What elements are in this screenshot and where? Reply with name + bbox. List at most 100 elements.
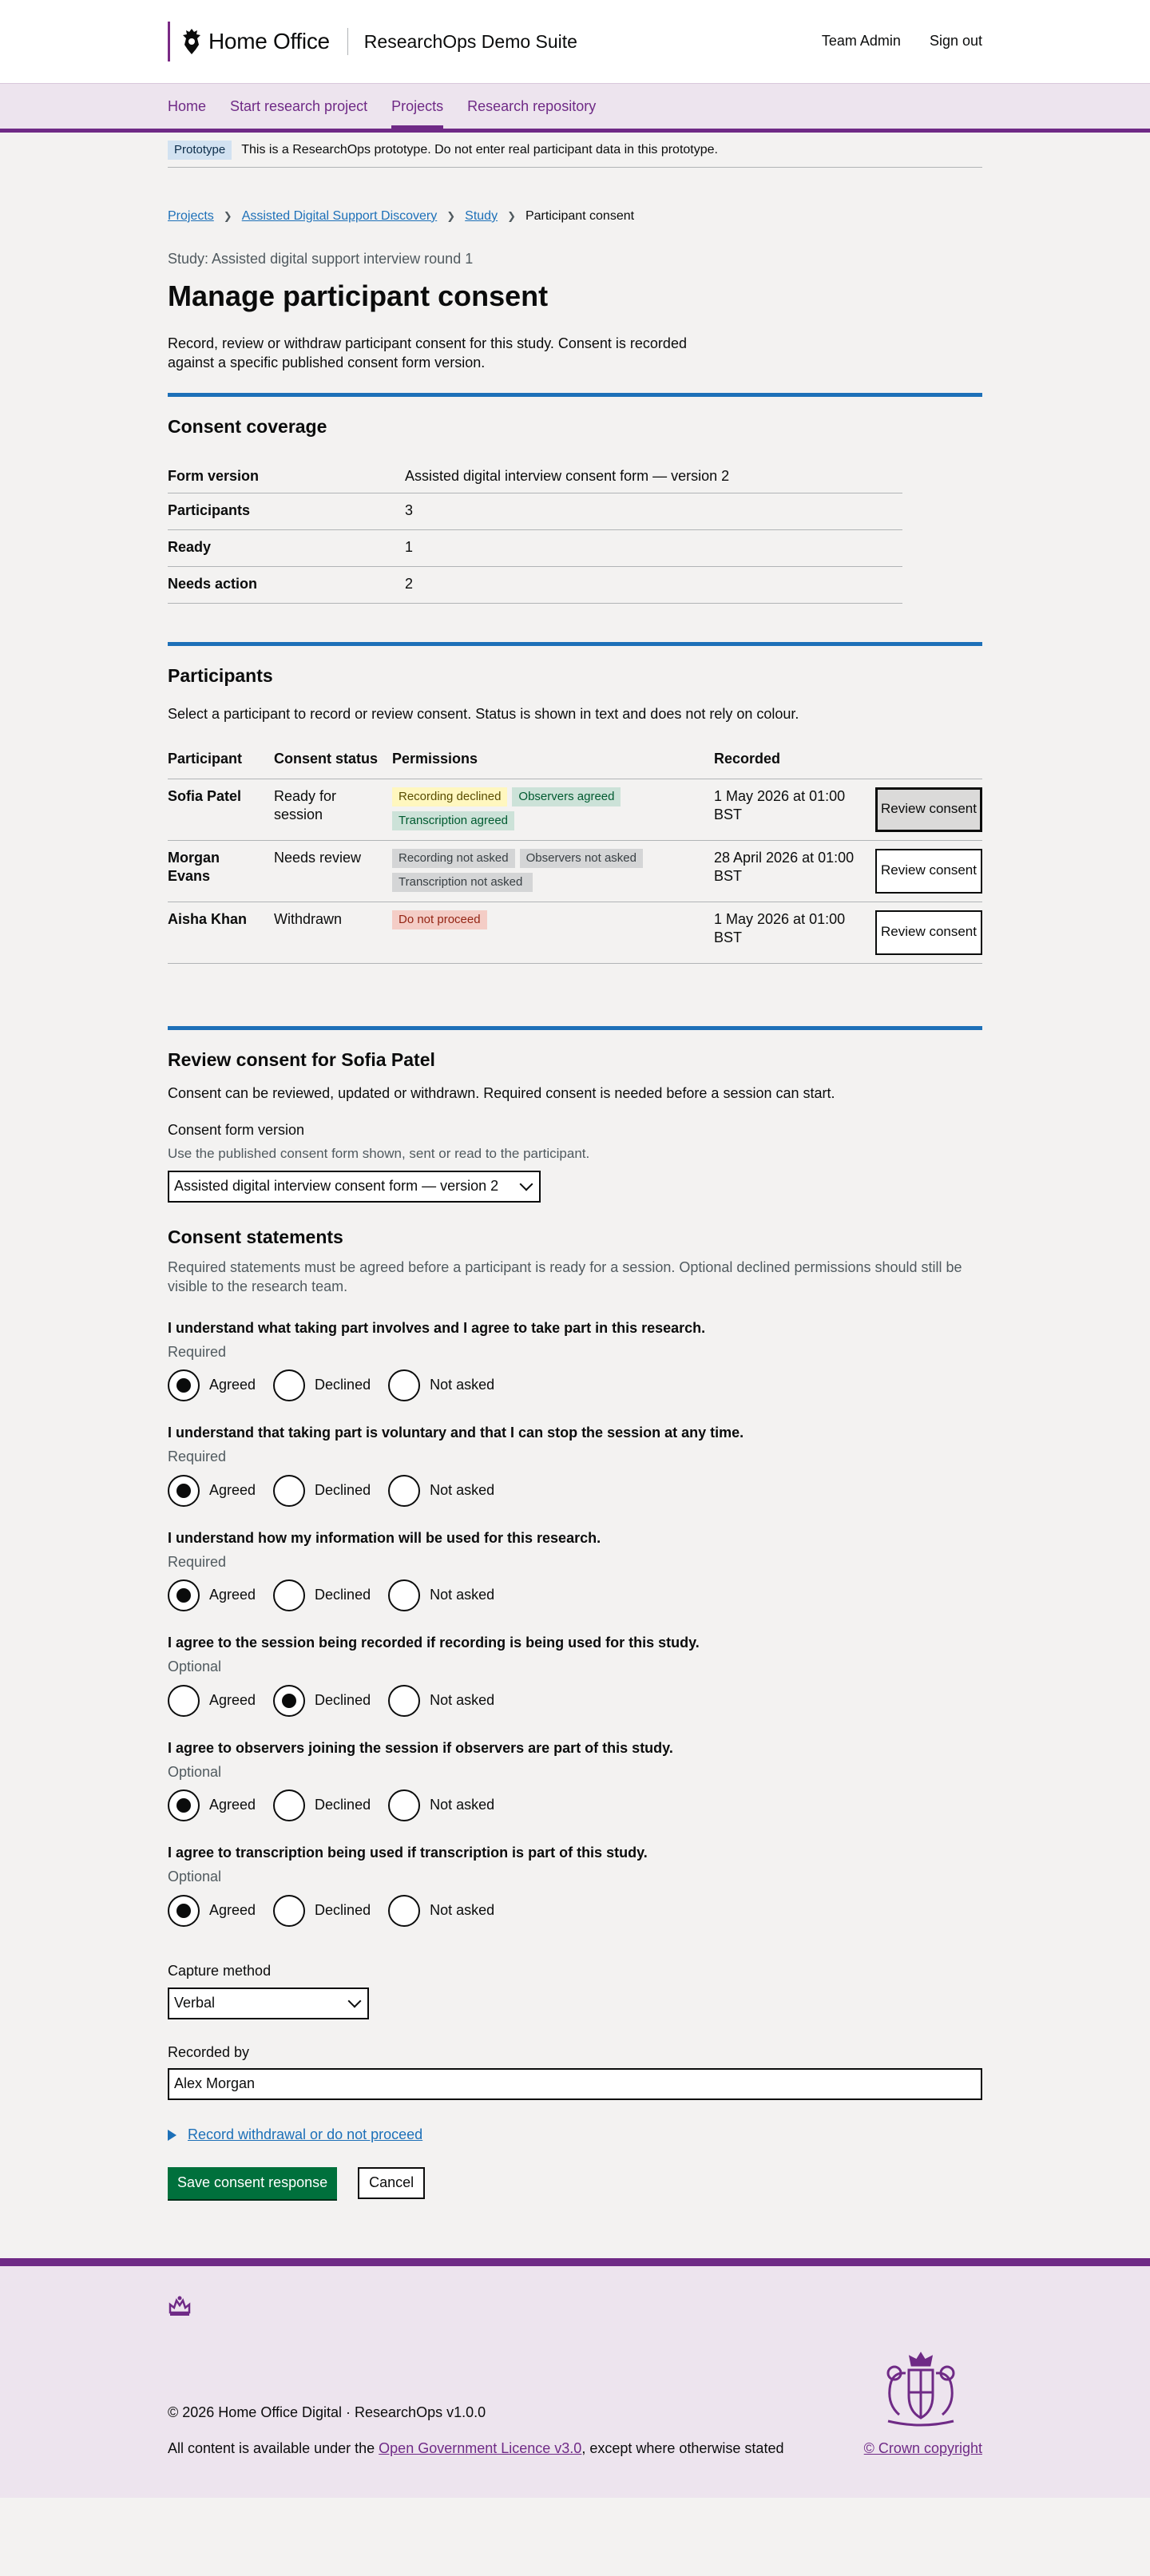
chevron-down-icon xyxy=(347,1994,362,2008)
radio-agreed[interactable]: Agreed xyxy=(168,1684,259,1717)
chevron-right-icon: ❯ xyxy=(223,209,232,222)
review-consent-button[interactable]: Review consent xyxy=(875,787,982,832)
radio-group: Agreed Declined Not asked xyxy=(168,1474,982,1507)
recorded-date: 1 May 2026 at 01:00 BST xyxy=(714,779,875,841)
team-admin-link[interactable]: Team Admin xyxy=(822,32,901,51)
review-consent-button[interactable]: Review consent xyxy=(875,910,982,955)
participant-name: Aisha Khan xyxy=(168,902,274,964)
radio-declined[interactable]: Declined xyxy=(273,1894,374,1927)
crest-icon xyxy=(183,29,200,54)
radio-circle[interactable] xyxy=(273,1369,306,1402)
withdrawal-details-link: Record withdrawal or do not proceed xyxy=(188,2126,423,2143)
radio-circle[interactable] xyxy=(388,1684,421,1717)
radio-circle[interactable] xyxy=(388,1474,421,1507)
radio-circle[interactable] xyxy=(168,1369,200,1402)
consent-statements-hint: Required statements must be agreed befor… xyxy=(168,1259,962,1295)
summary-row: Participants 3 xyxy=(168,493,902,530)
radio-not-asked[interactable]: Not asked xyxy=(388,1894,498,1927)
col-participant: Participant xyxy=(168,749,274,779)
radio-label: Not asked xyxy=(430,1377,495,1393)
radio-circle[interactable] xyxy=(168,1789,200,1822)
summary-value: 2 xyxy=(405,576,414,592)
nav-projects[interactable]: Projects xyxy=(391,84,444,129)
ogl-link[interactable]: Open Government Licence v3.0 xyxy=(379,2440,581,2456)
radio-circle[interactable] xyxy=(388,1894,421,1927)
radio-declined[interactable]: Declined xyxy=(273,1474,374,1507)
nav-research-repository[interactable]: Research repository xyxy=(467,84,596,129)
crown-copyright-link[interactable]: © Crown copyright xyxy=(864,2439,982,2459)
withdrawal-details-toggle[interactable]: Record withdrawal or do not proceed xyxy=(168,2126,982,2145)
radio-agreed[interactable]: Agreed xyxy=(168,1369,259,1402)
coverage-summary-list: Form version Assisted digital interview … xyxy=(168,462,902,604)
recorded-date: 1 May 2026 at 01:00 BST xyxy=(714,902,875,964)
col-action xyxy=(875,749,982,779)
review-consent-button[interactable]: Review consent xyxy=(875,848,982,894)
radio-label: Agreed xyxy=(209,1691,256,1708)
statement-text: I agree to transcription being used if t… xyxy=(168,1845,648,1861)
radio-declined[interactable]: Declined xyxy=(273,1579,374,1612)
radio-label: Declined xyxy=(315,1377,371,1393)
logo-text: Home Office xyxy=(208,28,330,54)
consent-status: Ready for session xyxy=(274,779,392,841)
radio-agreed[interactable]: Agreed xyxy=(168,1789,259,1822)
statement-text: I understand that taking part is volunta… xyxy=(168,1425,744,1441)
home-office-logo[interactable]: Home Office xyxy=(168,22,330,61)
radio-circle[interactable] xyxy=(273,1579,306,1612)
radio-declined[interactable]: Declined xyxy=(273,1684,374,1717)
radio-label: Agreed xyxy=(209,1377,256,1393)
radio-circle[interactable] xyxy=(168,1684,200,1717)
radio-declined[interactable]: Declined xyxy=(273,1789,374,1822)
recorded-by-input[interactable]: Alex Morgan xyxy=(168,2068,982,2101)
capture-method-select[interactable]: Verbal xyxy=(168,1987,369,2019)
breadcrumb-current: Participant consent xyxy=(525,208,635,223)
table-header-row: Participant Consent status Permissions R… xyxy=(168,749,982,779)
consent-coverage-heading: Consent coverage xyxy=(168,416,327,438)
sign-out-link[interactable]: Sign out xyxy=(930,32,982,51)
radio-agreed[interactable]: Agreed xyxy=(168,1894,259,1927)
radio-group: Agreed Declined Not asked xyxy=(168,1789,982,1822)
nav-home[interactable]: Home xyxy=(168,84,206,129)
radio-circle[interactable] xyxy=(168,1894,200,1927)
review-consent-heading: Review consent for Sofia Patel xyxy=(168,1048,435,1070)
breadcrumb-project[interactable]: Assisted Digital Support Discovery xyxy=(242,208,438,224)
radio-not-asked[interactable]: Not asked xyxy=(388,1684,498,1717)
radio-agreed[interactable]: Agreed xyxy=(168,1579,259,1612)
table-row: Morgan Evans Needs review Recording not … xyxy=(168,840,982,902)
radio-circle[interactable] xyxy=(168,1579,200,1612)
nav-start-research-project[interactable]: Start research project xyxy=(230,84,367,129)
radio-declined[interactable]: Declined xyxy=(273,1369,374,1402)
radio-circle[interactable] xyxy=(388,1789,421,1822)
service-name[interactable]: ResearchOps Demo Suite xyxy=(347,28,577,55)
radio-circle[interactable] xyxy=(273,1684,306,1717)
participants-section: Participants Select a participant to rec… xyxy=(168,641,982,964)
cancel-button[interactable]: Cancel xyxy=(358,2167,426,2200)
radio-circle[interactable] xyxy=(273,1474,306,1507)
radio-label: Agreed xyxy=(209,1587,256,1603)
col-consent-status: Consent status xyxy=(274,749,392,779)
consent-coverage-section: Consent coverage Form version Assisted d… xyxy=(168,393,982,604)
col-recorded: Recorded xyxy=(714,749,875,779)
form-version-value: Assisted digital interview consent form … xyxy=(174,1178,499,1195)
radio-not-asked[interactable]: Not asked xyxy=(388,1474,498,1507)
action-cell: Review consent xyxy=(875,902,982,964)
radio-agreed[interactable]: Agreed xyxy=(168,1474,259,1507)
radio-not-asked[interactable]: Not asked xyxy=(388,1789,498,1822)
radio-circle[interactable] xyxy=(168,1474,200,1507)
consent-statement: I agree to transcription being used if t… xyxy=(168,1844,982,1927)
radio-not-asked[interactable]: Not asked xyxy=(388,1579,498,1612)
form-version-select[interactable]: Assisted digital interview consent form … xyxy=(168,1170,541,1203)
licence-suffix: , except where otherwise stated xyxy=(581,2440,784,2457)
main-navigation: Home Start research project Projects Res… xyxy=(0,83,1150,133)
radio-circle[interactable] xyxy=(388,1369,421,1402)
consent-statements-list: I understand what taking part involves a… xyxy=(168,1319,982,1927)
breadcrumb-study[interactable]: Study xyxy=(465,208,498,224)
radio-circle[interactable] xyxy=(388,1579,421,1612)
radio-circle[interactable] xyxy=(273,1894,306,1927)
radio-not-asked[interactable]: Not asked xyxy=(388,1369,498,1402)
radio-circle[interactable] xyxy=(273,1789,306,1822)
form-version-label: Consent form version xyxy=(168,1121,305,1138)
breadcrumb-projects[interactable]: Projects xyxy=(168,208,214,224)
save-consent-button[interactable]: Save consent response xyxy=(168,2167,338,2200)
radio-label: Declined xyxy=(315,1587,371,1603)
breadcrumb: Projects ❯ Assisted Digital Support Disc… xyxy=(168,208,982,224)
